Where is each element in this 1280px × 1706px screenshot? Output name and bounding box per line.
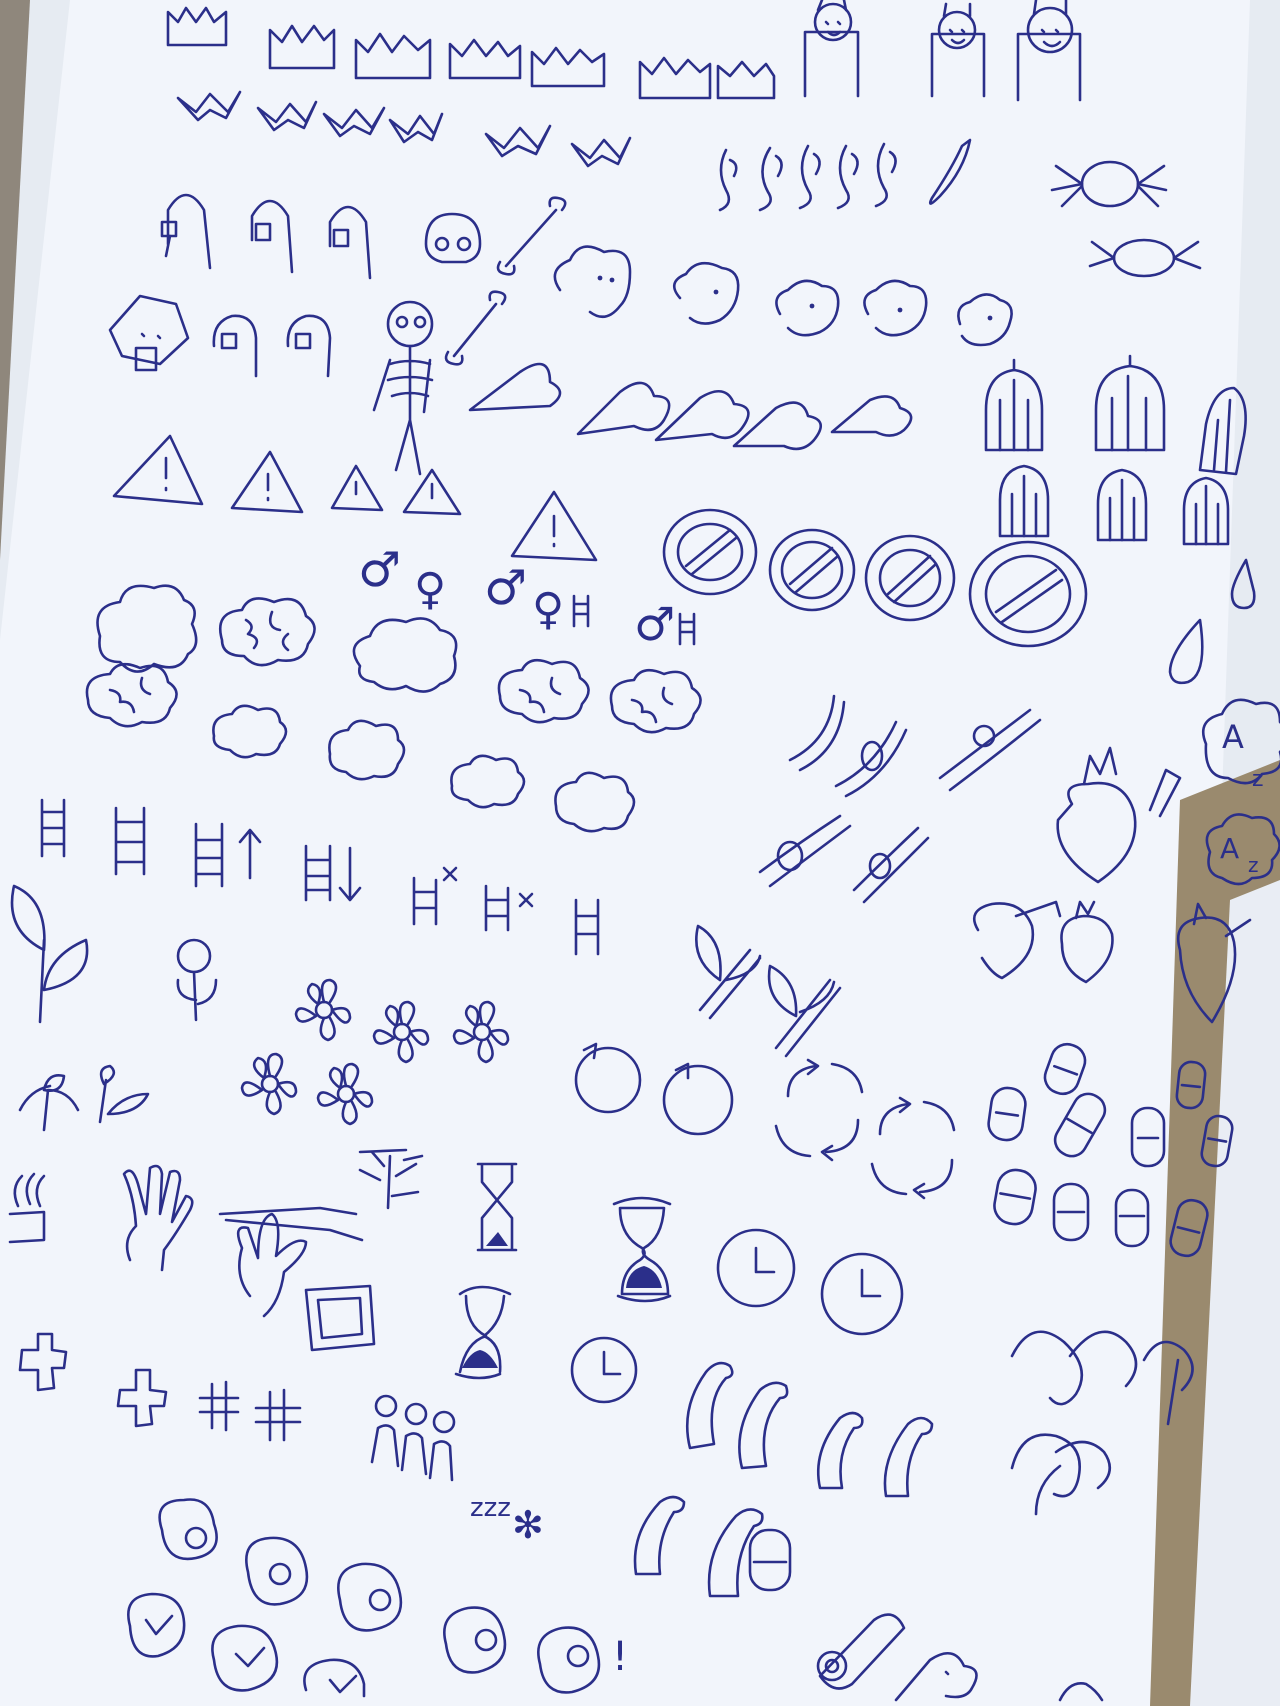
exclamation-mark: ! [612, 1634, 628, 1680]
sleep-letter-A-2: A [1220, 832, 1239, 865]
snowflake-icon: ✻ [512, 1503, 544, 1547]
sleep-letter-z-1: z [1252, 767, 1264, 792]
sleep-letter-A-1: A [1222, 718, 1244, 756]
notebook-photo: ♂ ♀ ♂ ♀ ♂ A z A z zzz ✻ ! [0, 0, 1280, 1706]
female-symbol-2: ♀ [532, 584, 564, 635]
female-symbol-1: ♀ [414, 564, 446, 615]
male-symbol-2: ♂ [484, 560, 527, 616]
male-symbol-1: ♂ [358, 542, 401, 598]
sleep-letter-z-2: z [1248, 853, 1259, 877]
sleep-zzz-text: zzz [470, 1493, 511, 1523]
male-symbol-3: ♂ [634, 597, 675, 651]
